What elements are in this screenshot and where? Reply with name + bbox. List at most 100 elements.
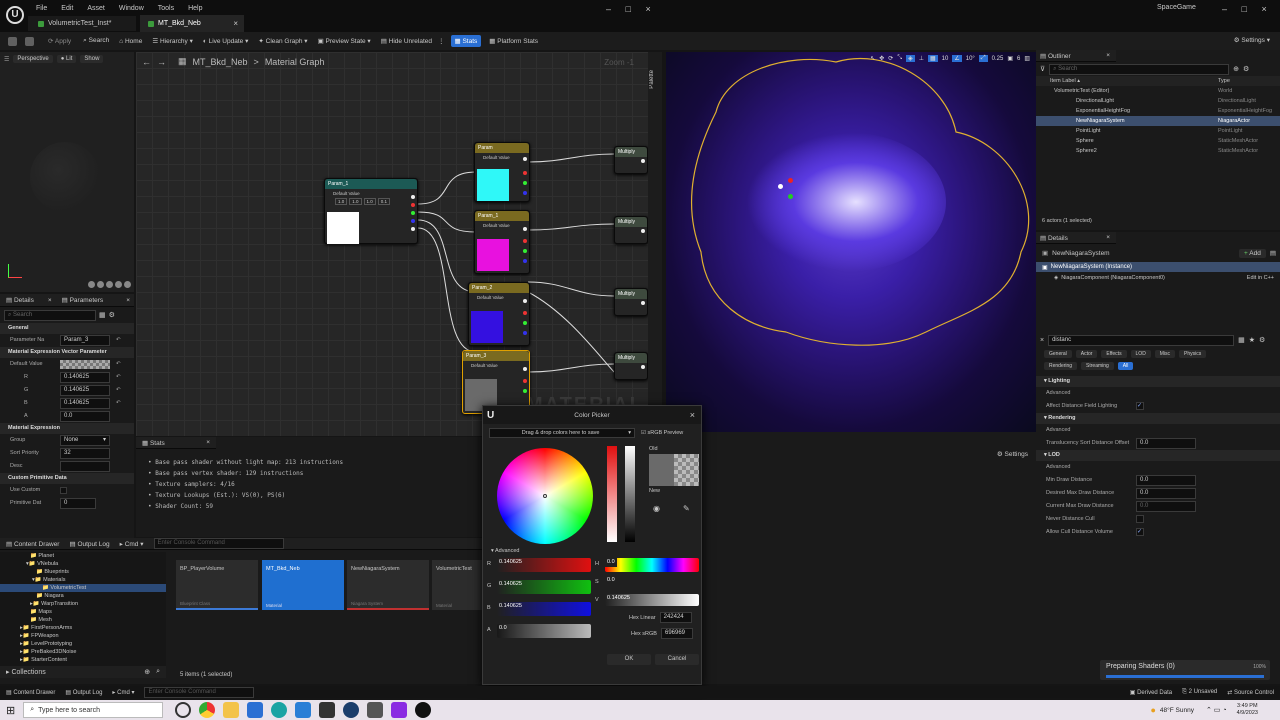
tree-item[interactable]: ▸📁 PreBaked3DNoise — [20, 648, 166, 656]
select-tool-icon[interactable]: ↖ — [870, 55, 875, 62]
output-pin-r[interactable] — [523, 311, 527, 315]
weather-icon[interactable]: ● — [1150, 705, 1155, 715]
app-icon[interactable] — [319, 702, 336, 718]
live-update-button[interactable]: ◐ Live Update ▾ — [203, 37, 249, 45]
asset-tile[interactable]: NewNiagaraSystem Niagara System — [347, 560, 429, 610]
lod-section[interactable]: ▾ LOD — [1036, 450, 1280, 461]
stats-button[interactable]: ▦ Stats — [450, 35, 482, 47]
stats-tab[interactable]: ▦ Stats — [142, 439, 165, 447]
material-graph[interactable]: ← → ▦ MT_Bkd_Neb > Material Graph Zoom -… — [136, 52, 648, 436]
a-input[interactable]: 0.0 — [60, 411, 110, 422]
transform-gizmo[interactable] — [776, 178, 793, 199]
outliner-row[interactable]: PointLight PointLight — [1036, 126, 1280, 136]
sphere-icon[interactable] — [97, 281, 104, 288]
parameters-tab[interactable]: ▤ Parameters — [62, 296, 104, 304]
save-icon[interactable] — [8, 36, 17, 46]
surface-snap-icon[interactable]: ⊥ — [919, 55, 924, 62]
cmd-dropdown[interactable]: ▸ Cmd ▾ — [120, 540, 144, 548]
windows-start-icon[interactable]: ⊞ — [6, 704, 15, 717]
tree-item-selected[interactable]: 📁 VolumetricTest — [0, 584, 166, 592]
multiply-node[interactable]: Multiply — [614, 352, 648, 380]
add-actor-icon[interactable]: ⊕ — [1233, 65, 1239, 73]
maximize-icon[interactable]: □ — [626, 4, 631, 14]
table-view-icon[interactable]: ▦ — [1238, 336, 1245, 344]
content-drawer-tab[interactable]: ▤ Content Drawer — [6, 540, 59, 548]
tree-item[interactable]: 📁 Blueprints — [20, 568, 166, 576]
vector-parameter-section[interactable]: Material Expression Vector Parameter — [0, 347, 134, 358]
filter-physics[interactable]: Physics — [1179, 350, 1207, 358]
gizmo-center[interactable] — [778, 184, 783, 189]
browse-icon[interactable] — [25, 36, 34, 46]
param-1-node[interactable]: Param_1 Default Value 1.0 1.0 1.0 0.1 — [324, 178, 418, 244]
app-icon[interactable] — [367, 702, 384, 718]
color-wheel-cursor[interactable] — [543, 494, 547, 498]
output-pin[interactable] — [641, 159, 645, 163]
advanced-toggle[interactable]: Advanced — [1036, 387, 1280, 400]
tree-item[interactable]: ▾📁 VNebula — [20, 560, 166, 568]
h-slider[interactable]: 0.0 — [605, 557, 699, 572]
grid-snap-value[interactable]: 10 — [942, 56, 949, 62]
desc-input[interactable] — [60, 461, 110, 472]
close-icon[interactable]: × — [233, 19, 238, 28]
multiply-node[interactable]: Multiply — [614, 146, 648, 174]
outliner-row[interactable]: ExponentialHeightFog ExponentialHeightFog — [1036, 106, 1280, 116]
ok-button[interactable]: OK — [607, 654, 651, 665]
clear-search-icon[interactable]: × — [1040, 337, 1044, 344]
doc-tab-inst[interactable]: VolumetricTest_Inst* — [28, 16, 136, 31]
filter-effects[interactable]: Effects — [1101, 350, 1127, 358]
table-view-icon[interactable]: ▦ — [99, 311, 106, 319]
add-component-button[interactable]: + Add — [1239, 248, 1266, 258]
cylinder-icon[interactable] — [88, 281, 95, 288]
cmd-button[interactable]: ▸ Cmd ▾ — [112, 689, 134, 696]
perspective-button[interactable]: Perspective — [13, 55, 53, 63]
advanced-toggle[interactable]: Advanced — [1036, 424, 1280, 437]
affect-df-checkbox[interactable]: ✓ — [1136, 402, 1144, 410]
filter-misc[interactable]: Misc — [1154, 350, 1176, 358]
g-slider[interactable]: 0.140625 — [497, 580, 591, 594]
scale-snap-icon[interactable]: ⤢ — [978, 55, 988, 62]
component-instance-row[interactable]: ▣ NewNiagaraSystem (Instance) — [1036, 262, 1280, 272]
settings-icon[interactable]: ⚙ — [1243, 65, 1249, 73]
details-search-input[interactable]: ⌕ Search — [4, 309, 96, 321]
doc-tab-active[interactable]: MT_Bkd_Neb × — [140, 15, 244, 32]
use-custom-checkbox[interactable] — [60, 487, 67, 494]
clock[interactable]: 3:49 PM 4/9/2023 — [1237, 703, 1258, 717]
outliner-tab[interactable]: ▤ Outliner — [1040, 52, 1071, 60]
plane-icon[interactable] — [106, 281, 113, 288]
rotation-snap-icon[interactable]: ∠ — [952, 55, 962, 62]
output-pin-g[interactable] — [411, 211, 415, 215]
output-pin-g[interactable] — [523, 181, 527, 185]
value-slider[interactable] — [625, 446, 635, 542]
output-pin[interactable] — [523, 299, 527, 303]
outliner-search-input[interactable]: ⌕ Search — [1049, 63, 1230, 75]
eyedropper-icon[interactable]: ✎ — [683, 504, 690, 513]
desired-max-input[interactable]: 0.0 — [1136, 488, 1196, 499]
tree-item[interactable]: ▸📁 FirstPersonArms — [20, 624, 166, 632]
apply-button[interactable]: ⟳ Apply — [48, 37, 71, 45]
rendering-section[interactable]: ▾ Rendering — [1036, 413, 1280, 424]
outliner-row[interactable]: Sphere StaticMeshActor — [1036, 136, 1280, 146]
close-icon[interactable]: × — [126, 297, 130, 304]
unreal-engine-icon[interactable] — [415, 702, 432, 718]
close-icon[interactable]: × — [1106, 52, 1110, 59]
settings-icon[interactable]: ⚙ — [1259, 336, 1265, 344]
output-pin-g[interactable] — [523, 249, 527, 253]
mesh-icon[interactable] — [124, 281, 131, 288]
grid-snap-icon[interactable]: ▦ — [927, 55, 938, 62]
details-search-input[interactable]: distanc — [1048, 334, 1235, 346]
add-icon[interactable]: ⊕ — [144, 668, 150, 676]
details-tab[interactable]: ▤ Details — [1040, 234, 1068, 242]
derived-data-button[interactable]: ▣ Derived Data — [1130, 689, 1172, 696]
unsaved-button[interactable]: ⎘ 2 Unsaved — [1182, 689, 1217, 696]
hide-unrelated-button[interactable]: ▤ Hide Unrelated — [381, 37, 432, 45]
filter-actor[interactable]: Actor — [1075, 350, 1098, 358]
preview-menu-icon[interactable]: ☰ — [4, 56, 9, 63]
preview-state-button[interactable]: ▣ Preview State ▾ — [318, 37, 371, 45]
hex-linear-input[interactable]: 242424 — [659, 612, 692, 623]
world-local-icon[interactable]: ◈ — [906, 55, 915, 62]
output-pin-b[interactable] — [523, 331, 527, 335]
camera-speed-icon[interactable]: ▣ — [1007, 55, 1013, 62]
menu-help[interactable]: Help — [188, 5, 202, 12]
multiply-node[interactable]: Multiply — [614, 288, 648, 316]
b-slider[interactable]: 0.140625 — [497, 602, 591, 616]
